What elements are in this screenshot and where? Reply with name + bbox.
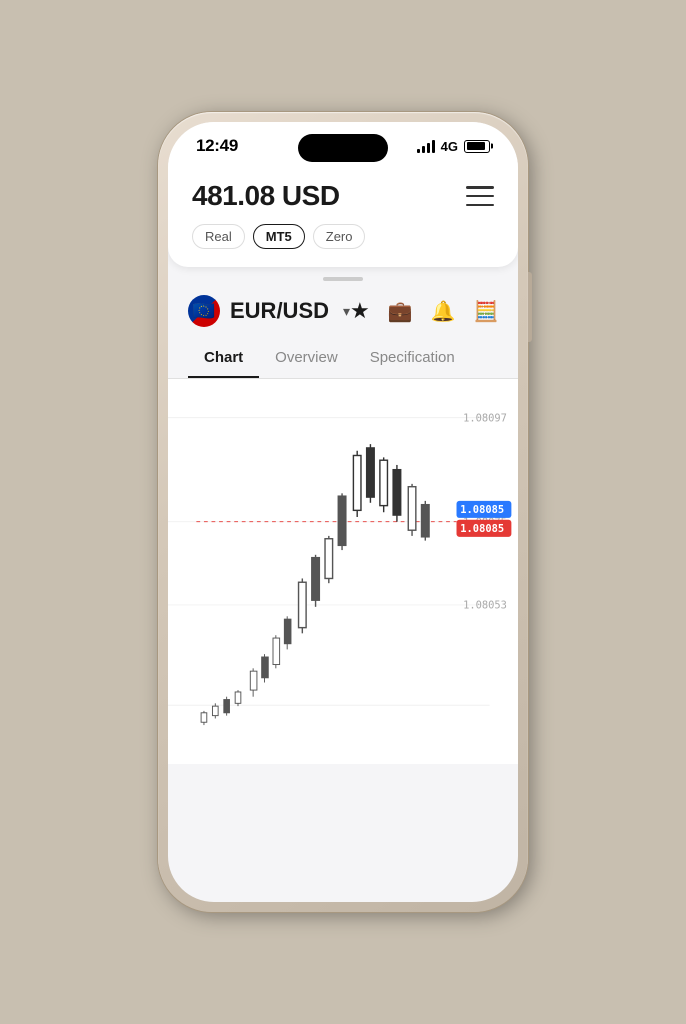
candle-group-5 xyxy=(408,484,429,541)
balance-display: 481.08 USD xyxy=(192,180,340,212)
phone-screen: 12:49 4G 481.08 xyxy=(168,122,518,902)
battery-icon xyxy=(464,140,490,153)
tag-mt5[interactable]: MT5 xyxy=(253,224,305,249)
candle-group-4 xyxy=(353,444,400,522)
chart-area[interactable]: 1.08097 1.08075 1.08053 1.08085 1.08085 xyxy=(168,379,518,764)
status-time: 12:49 xyxy=(196,136,238,156)
header-top: 481.08 USD xyxy=(192,180,494,212)
header-card: 481.08 USD Real MT5 Zero xyxy=(168,164,518,267)
dynamic-island xyxy=(298,134,388,162)
status-icons: 4G xyxy=(417,139,490,154)
price-label-1: 1.08097 xyxy=(463,412,507,424)
tab-specification[interactable]: Specification xyxy=(354,339,471,378)
account-tags: Real MT5 Zero xyxy=(192,224,494,249)
phone-device: 12:49 4G 481.08 xyxy=(158,112,528,912)
tag-zero[interactable]: Zero xyxy=(313,224,366,249)
buy-price-label: 1.08085 xyxy=(460,504,504,516)
flag-icon: 🇪🇺 xyxy=(188,295,220,327)
candle-group-3 xyxy=(299,493,346,633)
price-label-3: 1.08053 xyxy=(463,600,507,612)
alert-icon[interactable]: 🔔 xyxy=(431,299,456,324)
tab-bar: Chart Overview Specification xyxy=(168,339,518,379)
tag-real[interactable]: Real xyxy=(192,224,245,249)
trade-icon[interactable]: 💼 xyxy=(388,299,413,324)
tab-chart[interactable]: Chart xyxy=(188,339,259,378)
sell-price-label: 1.08085 xyxy=(460,523,504,535)
menu-button[interactable] xyxy=(466,186,494,206)
candlestick-chart: 1.08097 1.08075 1.08053 1.08085 1.08085 xyxy=(168,379,518,759)
chevron-down-icon: ▾ xyxy=(343,303,350,320)
candle-group-1 xyxy=(201,690,241,725)
drag-handle xyxy=(168,267,518,291)
symbol-row: 🇪🇺 EUR/USD ▾ ★ 💼 🔔 🧮 xyxy=(168,291,518,339)
candle-group-2 xyxy=(250,616,291,696)
favorite-icon[interactable]: ★ xyxy=(350,298,370,324)
status-bar: 12:49 4G xyxy=(168,122,518,164)
symbol-selector[interactable]: 🇪🇺 EUR/USD ▾ xyxy=(188,295,350,327)
network-type: 4G xyxy=(441,139,458,154)
tab-overview[interactable]: Overview xyxy=(259,339,354,378)
symbol-actions: ★ 💼 🔔 🧮 xyxy=(350,298,498,324)
calculator-icon[interactable]: 🧮 xyxy=(474,299,499,324)
signal-icon xyxy=(417,139,435,153)
symbol-name: EUR/USD xyxy=(230,298,329,324)
